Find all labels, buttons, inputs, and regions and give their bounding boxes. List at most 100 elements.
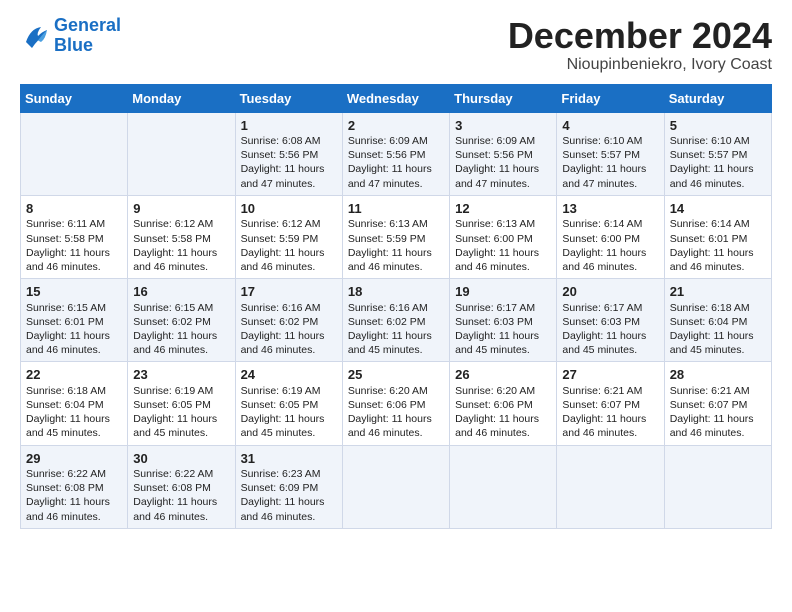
sunrise: Sunrise: 6:10 AM [562, 135, 642, 147]
daylight: Daylight: 11 hours and 46 minutes. [562, 413, 646, 439]
day-cell: 15Sunrise: 6:15 AM Sunset: 6:01 PM Dayligh… [21, 279, 128, 362]
day-cell: 1Sunrise: 6:08 AMSunset: 5:56 PMDaylight… [235, 112, 342, 195]
daylight: Daylight: 11 hours and 45 minutes. [562, 330, 646, 356]
day-number: 23 [133, 366, 230, 384]
sunrise: Sunrise: 6:14 AM [562, 218, 642, 230]
week-row-2: 8Sunrise: 6:11 AMSunset: 5:58 PMDaylight… [21, 195, 772, 278]
daylight: Daylight: 11 hours and 45 minutes. [455, 330, 539, 356]
col-tuesday: Tuesday [235, 84, 342, 112]
day-number: 20 [562, 283, 659, 301]
daylight: Daylight: 11 hours and 45 minutes. [133, 413, 217, 439]
sunrise: Sunrise: 6:16 AM [241, 302, 321, 314]
day-number: 10 [241, 200, 338, 218]
day-number: 13 [562, 200, 659, 218]
sunset: Sunset: 6:02 PM [348, 316, 426, 328]
sunrise: Sunrise: 6:15 AM [133, 302, 213, 314]
daylight: Daylight: 11 hours and 46 minutes. [133, 247, 217, 273]
header-row: Sunday Monday Tuesday Wednesday Thursday… [21, 84, 772, 112]
daylight: Daylight: 11 hours and 46 minutes. [133, 496, 217, 522]
sunrise: Sunrise: 6:20 AM [455, 385, 535, 397]
sunset: Sunset: 6:08 PM [133, 482, 211, 494]
logo-icon [20, 21, 50, 51]
sunset: Sunset: 5:56 PM [348, 149, 426, 161]
month-title: December 2024 [508, 16, 772, 56]
sunrise: Sunrise: 6:08 AM [241, 135, 321, 147]
sunset: Sunset: 6:08 PM [26, 482, 104, 494]
day-cell: 12Sunrise: 6:13 AMSunset: 6:00 PMDayligh… [450, 195, 557, 278]
daylight: Daylight: 11 hours and 46 minutes. [241, 330, 325, 356]
daylight: Daylight: 11 hours and 46 minutes. [455, 413, 539, 439]
day-cell: 10Sunrise: 6:12 AM Sunset: 5:59 PM Dayligh… [235, 195, 342, 278]
day-number: 25 [348, 366, 445, 384]
sunrise: Sunrise: 6:09 AM [455, 135, 535, 147]
daylight: Daylight: 11 hours and 46 minutes. [26, 496, 110, 522]
week-row-1: 1Sunrise: 6:08 AMSunset: 5:56 PMDaylight… [21, 112, 772, 195]
daylight: Daylight: 11 hours and 46 minutes. [670, 163, 754, 189]
daylight: Daylight: 11 hours and 45 minutes. [670, 330, 754, 356]
sunset: Sunset: 6:02 PM [241, 316, 319, 328]
sunset: Sunset: 5:56 PM [455, 149, 533, 161]
sunset: Sunset: 5:57 PM [562, 149, 640, 161]
sunset: Sunset: 5:57 PM [670, 149, 748, 161]
day-number: 15 [26, 283, 123, 301]
sunset: Sunset: 5:58 PM [133, 233, 211, 245]
day-number: 17 [241, 283, 338, 301]
day-number: 16 [133, 283, 230, 301]
daylight: Daylight: 11 hours and 46 minutes. [26, 247, 110, 273]
sunset: Sunset: 6:01 PM [26, 316, 104, 328]
day-cell: 18Sunrise: 6:16 AM Sunset: 6:02 PM Dayligh… [342, 279, 449, 362]
day-number: 12 [455, 200, 552, 218]
sunset: Sunset: 6:00 PM [562, 233, 640, 245]
day-number: 2 [348, 117, 445, 135]
daylight: Daylight: 11 hours and 47 minutes. [455, 163, 539, 189]
sunset: Sunset: 5:58 PM [26, 233, 104, 245]
day-cell: 17Sunrise: 6:16 AM Sunset: 6:02 PM Dayligh… [235, 279, 342, 362]
sunset: Sunset: 5:59 PM [348, 233, 426, 245]
day-number: 14 [670, 200, 767, 218]
day-cell [664, 445, 771, 528]
col-wednesday: Wednesday [342, 84, 449, 112]
day-number: 18 [348, 283, 445, 301]
header: General Blue December 2024 Nioupinbeniek… [20, 16, 772, 74]
col-sunday: Sunday [21, 84, 128, 112]
sunrise: Sunrise: 6:22 AM [133, 468, 213, 480]
sunset: Sunset: 6:03 PM [455, 316, 533, 328]
day-cell: 23Sunrise: 6:19 AMSunset: 6:05 PMDayligh… [128, 362, 235, 445]
sunrise: Sunrise: 6:13 AM [348, 218, 428, 230]
logo: General Blue [20, 16, 121, 56]
sunrise: Sunrise: 6:12 AM [133, 218, 213, 230]
day-cell: 8Sunrise: 6:11 AMSunset: 5:58 PMDaylight… [21, 195, 128, 278]
day-cell [21, 112, 128, 195]
day-number: 28 [670, 366, 767, 384]
day-cell: 14Sunrise: 6:14 AMSunset: 6:01 PMDayligh… [664, 195, 771, 278]
day-number: 9 [133, 200, 230, 218]
day-cell: 9Sunrise: 6:12 AM Sunset: 5:58 PM Daylight… [128, 195, 235, 278]
day-cell: 16Sunrise: 6:15 AMSunset: 6:02 PMDayligh… [128, 279, 235, 362]
day-cell: 2Sunrise: 6:09 AMSunset: 5:56 PMDaylight… [342, 112, 449, 195]
day-number: 30 [133, 450, 230, 468]
day-cell: 26Sunrise: 6:20 AMSunset: 6:06 PMDayligh… [450, 362, 557, 445]
sunset: Sunset: 6:00 PM [455, 233, 533, 245]
sunset: Sunset: 6:01 PM [670, 233, 748, 245]
daylight: Daylight: 11 hours and 47 minutes. [562, 163, 646, 189]
day-cell [557, 445, 664, 528]
sunrise: Sunrise: 6:19 AM [133, 385, 213, 397]
day-cell: 25Sunrise: 6:20 AMSunset: 6:06 PMDayligh… [342, 362, 449, 445]
sunrise: Sunrise: 6:20 AM [348, 385, 428, 397]
daylight: Daylight: 11 hours and 46 minutes. [241, 247, 325, 273]
day-cell: 29Sunrise: 6:22 AMSunset: 6:08 PMDayligh… [21, 445, 128, 528]
sunrise: Sunrise: 6:15 AM [26, 302, 106, 314]
sunset: Sunset: 6:07 PM [562, 399, 640, 411]
sunset: Sunset: 5:59 PM [241, 233, 319, 245]
daylight: Daylight: 11 hours and 46 minutes. [26, 330, 110, 356]
day-number: 27 [562, 366, 659, 384]
sunset: Sunset: 6:06 PM [455, 399, 533, 411]
day-cell: 19Sunrise: 6:17 AMSunset: 6:03 PMDayligh… [450, 279, 557, 362]
col-friday: Friday [557, 84, 664, 112]
daylight: Daylight: 11 hours and 45 minutes. [348, 330, 432, 356]
sunrise: Sunrise: 6:16 AM [348, 302, 428, 314]
logo-text: General Blue [54, 16, 121, 56]
sunrise: Sunrise: 6:23 AM [241, 468, 321, 480]
week-row-4: 22Sunrise: 6:18 AMSunset: 6:04 PMDayligh… [21, 362, 772, 445]
sunrise: Sunrise: 6:12 AM [241, 218, 321, 230]
